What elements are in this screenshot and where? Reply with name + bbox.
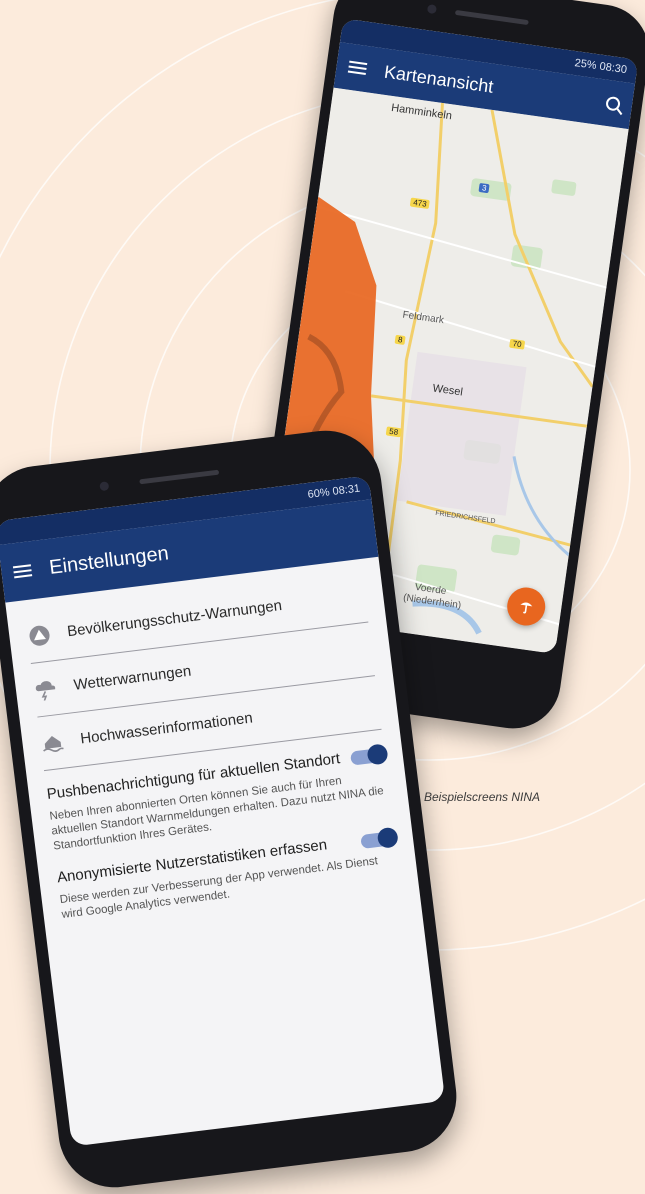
menu-item-label: Bevölkerungsschutz-Warnungen <box>66 597 283 641</box>
menu-item-label: Hochwasserinformationen <box>79 709 254 748</box>
push-location-toggle[interactable] <box>349 743 389 766</box>
road-badge-3: 3 <box>478 182 491 194</box>
triangle-warning-icon <box>26 622 53 649</box>
road-badge-58: 58 <box>385 426 402 438</box>
anonymous-stats-toggle[interactable] <box>360 826 399 850</box>
status-text: 60% 08:31 <box>307 482 361 501</box>
settings-screen: 60% 08:31 Einstellungen Bevölkerungsschu… <box>0 475 446 1147</box>
road-badge-70: 70 <box>509 338 526 350</box>
storm-warning-icon <box>520 602 533 614</box>
flood-house-icon <box>39 729 66 756</box>
search-icon[interactable] <box>605 95 621 112</box>
menu-icon[interactable] <box>12 564 33 579</box>
road-badge-8: 8 <box>394 334 407 346</box>
menu-item-label: Wetterwarnungen <box>72 662 193 694</box>
thunder-cloud-icon <box>33 675 60 702</box>
caption: Beispielscreens NINA <box>424 790 541 804</box>
menu-icon[interactable] <box>347 60 368 75</box>
status-text: 25% 08:30 <box>573 57 628 77</box>
